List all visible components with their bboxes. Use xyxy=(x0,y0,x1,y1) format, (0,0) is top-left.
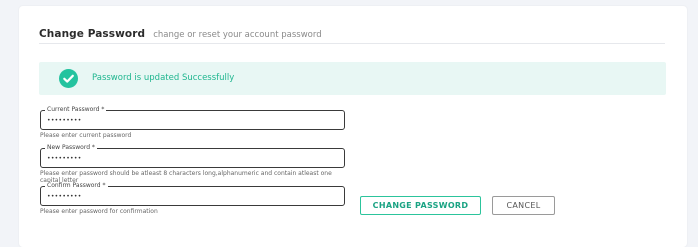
current-password-helper: Please enter current password xyxy=(40,132,132,139)
confirm-password-label: Confirm Password * xyxy=(45,182,108,190)
new-password-field[interactable]: New Password * ••••••••• xyxy=(40,144,345,168)
header-divider xyxy=(39,43,665,44)
cancel-button[interactable]: CANCEL xyxy=(492,196,555,215)
new-password-label: New Password * xyxy=(45,144,97,152)
change-password-button[interactable]: CHANGE PASSWORD xyxy=(360,196,481,215)
current-password-value: ••••••••• xyxy=(47,117,82,124)
confirm-password-helper: Please enter password for confirmation xyxy=(40,208,158,215)
success-alert: Password is updated Successfully xyxy=(39,62,666,95)
alert-message: Password is updated Successfully xyxy=(92,73,235,83)
current-password-field[interactable]: Current Password * ••••••••• xyxy=(40,106,345,130)
page-subtitle: change or reset your account password xyxy=(153,30,322,40)
new-password-value: ••••••••• xyxy=(47,155,82,162)
card-header: Change Password change or reset your acc… xyxy=(39,22,322,41)
confirm-password-field[interactable]: Confirm Password * ••••••••• xyxy=(40,182,345,206)
change-password-card: Change Password change or reset your acc… xyxy=(19,6,687,247)
check-circle-icon xyxy=(59,69,78,88)
current-password-label: Current Password * xyxy=(45,106,107,114)
confirm-password-value: ••••••••• xyxy=(47,193,82,200)
page-title: Change Password xyxy=(39,28,146,40)
